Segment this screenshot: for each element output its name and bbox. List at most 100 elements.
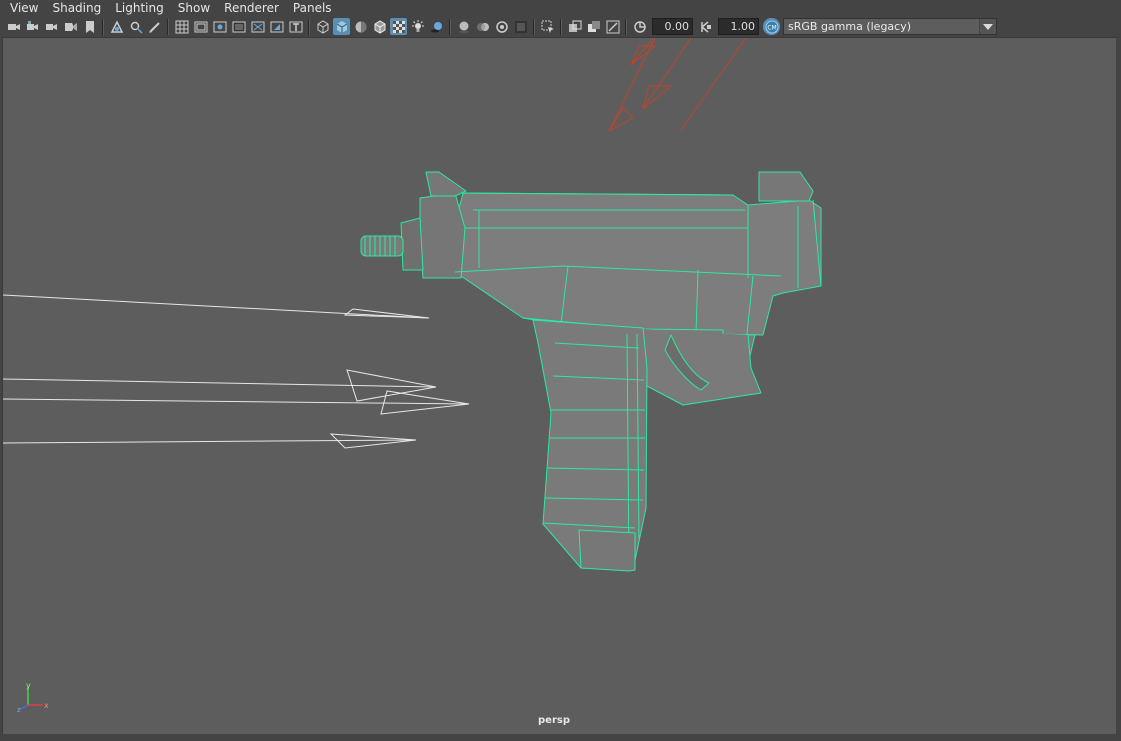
xray-components-icon [587, 20, 600, 32]
panel-menu-bar: View Shading Lighting Show Renderer Pane… [0, 0, 1121, 16]
camera-attributes-icon [26, 20, 38, 30]
grease-pencil-button[interactable] [127, 18, 144, 35]
menu-renderer[interactable]: Renderer [217, 0, 286, 16]
shadows-button[interactable] [428, 18, 445, 35]
safe-title-icon [289, 21, 302, 32]
toolbar-separator [449, 18, 451, 35]
xray-joints-button[interactable] [604, 18, 621, 35]
field-chart-button[interactable] [249, 18, 266, 35]
grid-button[interactable] [173, 18, 190, 35]
resolution-gate-button[interactable] [211, 18, 228, 35]
panel-right-border [1116, 37, 1121, 733]
panel-bottom-border [0, 734, 1121, 741]
image-plane-button[interactable] [62, 18, 79, 35]
film-gate-button[interactable] [192, 18, 209, 35]
grease-pencil-icon [130, 21, 143, 34]
menu-view[interactable]: View [0, 0, 45, 16]
z-axis-label: z [17, 706, 21, 713]
isolate-select-icon [541, 20, 554, 33]
image-plane-icon [64, 22, 77, 31]
depth-of-field-button[interactable] [512, 18, 529, 35]
bookmark-icon [85, 20, 94, 33]
3d-viewport[interactable]: y x z persp [2, 37, 1117, 735]
scene-canvas[interactable] [3, 38, 1116, 734]
svg-text:CM: CM [767, 24, 776, 31]
toolbar-separator [308, 18, 310, 35]
motion-blur-button[interactable] [474, 18, 491, 35]
pan-zoom-icon [110, 19, 123, 33]
depth-of-field-icon [514, 20, 527, 33]
toolbar-separator [560, 18, 562, 35]
bookmark-button[interactable] [81, 18, 98, 35]
menu-panels[interactable]: Panels [286, 0, 339, 16]
camera-bookmark-icon [45, 23, 57, 30]
directional-light-red[interactable] [608, 38, 747, 132]
chevron-down-icon[interactable] [979, 19, 996, 34]
color-space-dropdown[interactable]: sRGB gamma (legacy) [783, 18, 997, 35]
camera-attributes-button[interactable] [24, 18, 41, 35]
camera-icon [7, 23, 20, 30]
shadows-icon [430, 21, 442, 32]
y-axis-label: y [26, 681, 31, 690]
z-axis-line [20, 704, 29, 710]
toolbar-separator [625, 18, 627, 35]
isolate-select-button[interactable] [539, 18, 556, 35]
use-all-lights-button[interactable] [409, 18, 426, 35]
view-axis-indicator: y x z [17, 681, 49, 713]
field-chart-icon [251, 21, 264, 32]
wireframe-on-shaded-button[interactable] [371, 18, 388, 35]
textured-checker-icon [392, 20, 405, 33]
film-gate-icon [194, 21, 207, 32]
gate-mask-button[interactable] [230, 18, 247, 35]
wireframe-cube-icon [317, 19, 328, 34]
xray-joints-icon [606, 20, 619, 33]
x-axis-label: x [44, 701, 49, 710]
anti-aliasing-icon [495, 20, 508, 33]
color-space-label: sRGB gamma (legacy) [788, 20, 912, 33]
pencil-icon [148, 21, 160, 33]
textured-button[interactable] [390, 18, 407, 35]
2d-pan-zoom-button[interactable] [108, 18, 125, 35]
shaded-cube-icon [336, 20, 347, 33]
bookmarks-button[interactable] [43, 18, 60, 35]
safe-title-button[interactable] [287, 18, 304, 35]
color-management-icon: CM [765, 20, 778, 33]
xray-icon [568, 20, 581, 32]
screen-space-ao-button[interactable] [455, 18, 472, 35]
wireframe-on-shaded-icon [374, 19, 385, 34]
select-camera-button[interactable] [5, 18, 22, 35]
exposure-icon [633, 20, 646, 33]
exposure-field[interactable]: 0.00 [652, 18, 693, 35]
light-bulb-icon [411, 19, 424, 32]
multisample-aa-button[interactable] [493, 18, 510, 35]
ambient-occlusion-icon [458, 21, 469, 33]
smooth-shade-button[interactable] [333, 18, 350, 35]
wireframe-button[interactable] [314, 18, 331, 35]
gamma-field[interactable]: 1.00 [718, 18, 759, 35]
maya-viewport-panel: View Shading Lighting Show Renderer Pane… [0, 0, 1121, 741]
camera-name-label: persp [538, 715, 570, 726]
menu-show[interactable]: Show [171, 0, 217, 16]
menu-shading[interactable]: Shading [45, 0, 108, 16]
safe-action-icon [270, 21, 283, 32]
motion-blur-icon [476, 22, 489, 31]
panel-toolbar: 0.00 1.00 CM sRGB gamma (legacy) [0, 16, 1121, 37]
resolution-gate-icon [213, 21, 226, 32]
default-material-button[interactable] [352, 18, 369, 35]
uzi-model[interactable] [360, 171, 822, 572]
menu-lighting[interactable]: Lighting [108, 0, 171, 16]
gamma-toggle-button[interactable] [697, 18, 714, 35]
gamma-icon [700, 20, 711, 33]
xray-button[interactable] [566, 18, 583, 35]
toolbar-separator [533, 18, 535, 35]
grid-icon [175, 20, 188, 33]
safe-action-button[interactable] [268, 18, 285, 35]
default-material-icon [355, 21, 366, 32]
color-management-toggle[interactable]: CM [763, 18, 780, 35]
xray-active-components-button[interactable] [585, 18, 602, 35]
toolbar-separator [167, 18, 169, 35]
exposure-toggle-button[interactable] [631, 18, 648, 35]
directional-light-white[interactable] [3, 294, 470, 449]
gate-mask-icon [232, 21, 245, 32]
pencil-button[interactable] [146, 18, 163, 35]
